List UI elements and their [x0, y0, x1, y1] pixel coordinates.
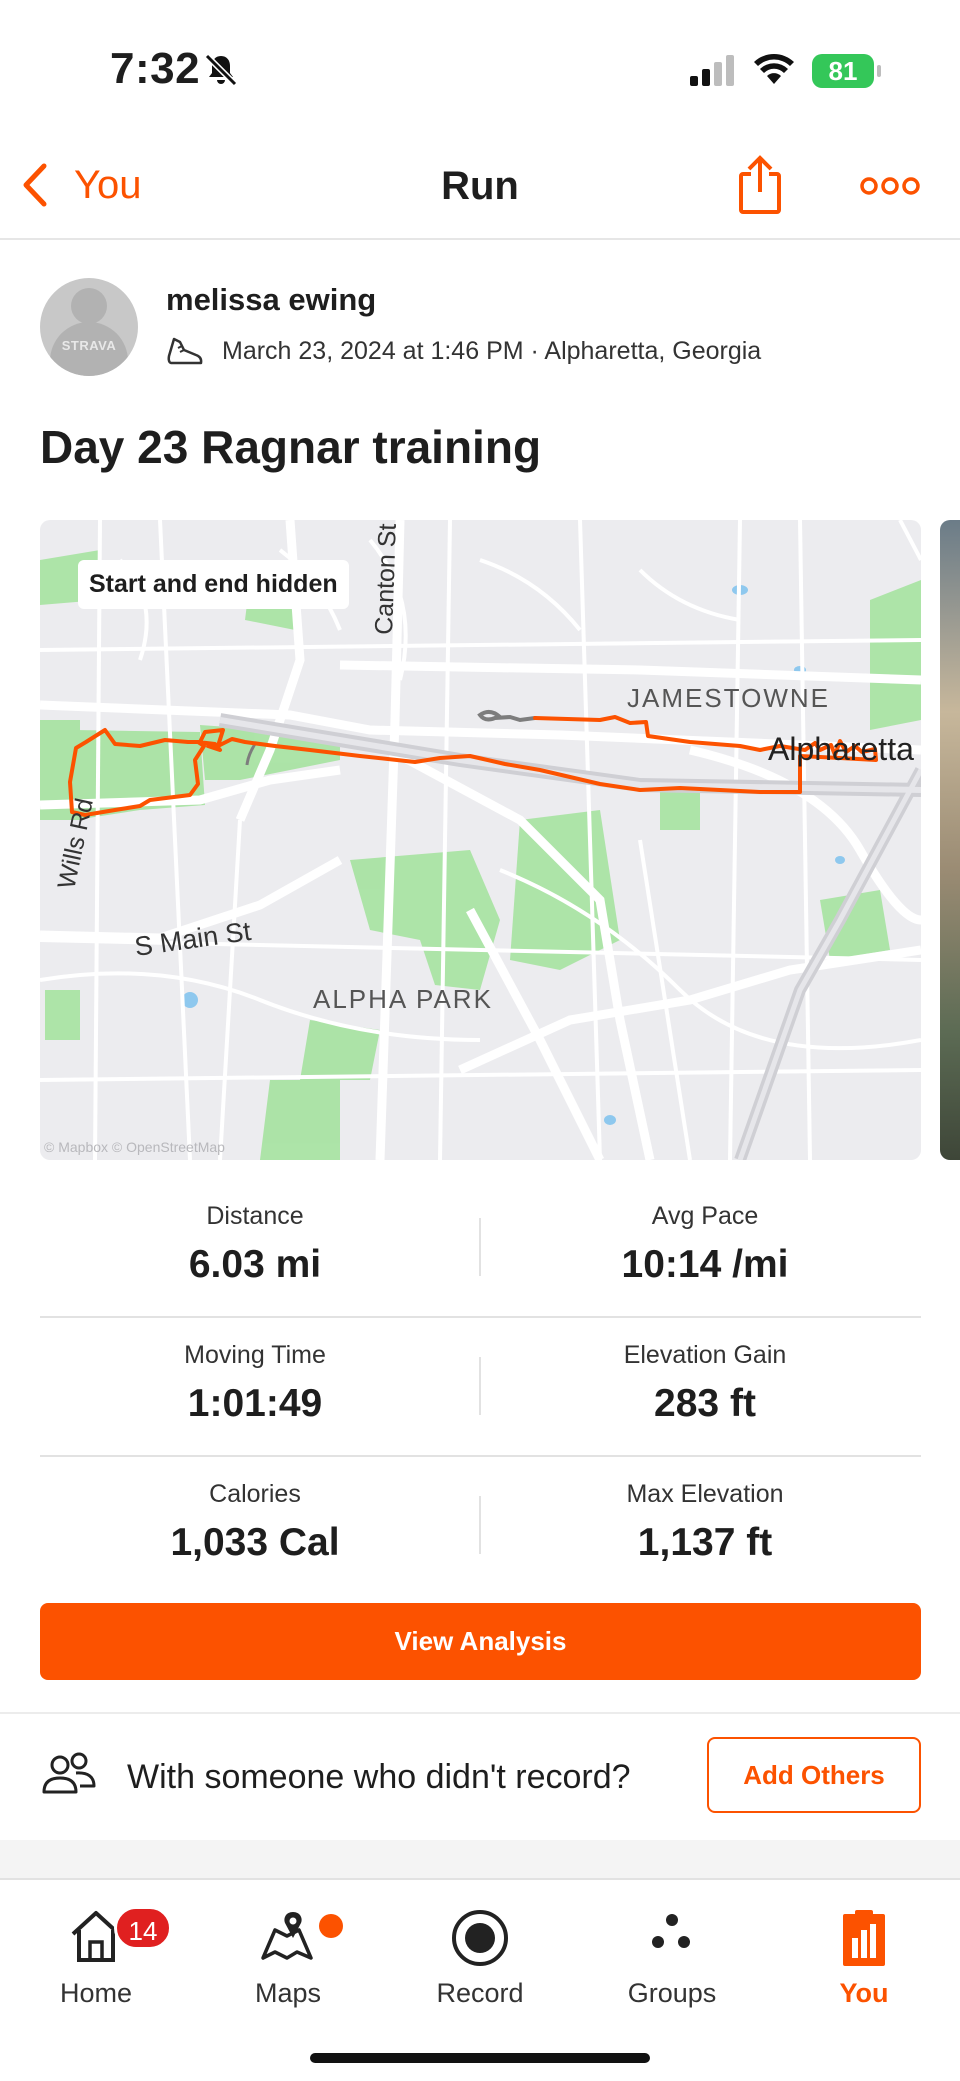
divider — [40, 1316, 921, 1318]
stat-value: 6.03 mi — [188, 1243, 322, 1286]
groups-icon — [652, 1914, 690, 1948]
bell-muted-icon — [204, 53, 238, 87]
notification-badge: 14 — [114, 1906, 172, 1950]
page-title: Run — [441, 164, 519, 208]
map-attribution: © Mapbox © OpenStreetMap — [44, 1139, 225, 1155]
route-map[interactable]: JAMESTOWNE Alpharetta Wills Rd S Main St… — [40, 520, 921, 1160]
shoe-icon — [167, 337, 203, 365]
tab-maps[interactable]: Maps — [192, 1898, 384, 2009]
stat-label: Avg Pace — [651, 1202, 759, 1230]
scroll-edge — [0, 1840, 960, 1880]
tab-label: You — [839, 1978, 889, 2008]
divider — [0, 1712, 960, 1714]
wifi-icon — [754, 54, 794, 84]
map-label-alpha-park: ALPHA PARK — [313, 984, 493, 1014]
avatar[interactable]: STRAVA — [40, 278, 138, 376]
map-main-roads — [40, 520, 921, 1160]
map-label-canton-st: Canton St — [370, 523, 402, 635]
stat-value: 10:14 /mi — [621, 1243, 789, 1286]
battery-indicator: 81 — [812, 54, 881, 88]
stat-label: Max Elevation — [626, 1480, 784, 1508]
tab-groups[interactable]: Groups — [576, 1898, 768, 2009]
stat-avg-pace: Avg Pace 10:14 /mi — [485, 1202, 925, 1287]
people-icon — [42, 1752, 96, 1794]
status-time: 7:32 — [110, 44, 201, 93]
nav-bar: You Run — [0, 140, 960, 240]
tab-home[interactable]: 14 Home — [0, 1898, 192, 2009]
map-label-s-main-st: S Main St — [133, 916, 254, 962]
tab-bar: 14 Home Maps Record Groups You — [0, 1878, 960, 2081]
cellular-signal-icon — [690, 55, 734, 86]
stat-max-elevation: Max Elevation 1,137 ft — [485, 1480, 925, 1565]
activity-title: Day 23 Ragnar training — [40, 421, 542, 473]
stat-value: 283 ft — [654, 1382, 756, 1425]
tab-label: Groups — [627, 1978, 717, 2008]
divider — [479, 1357, 481, 1415]
divider — [479, 1218, 481, 1276]
athlete-name[interactable]: melissa ewing — [166, 282, 376, 318]
you-icon — [843, 1910, 885, 1966]
maps-notification-dot — [319, 1914, 343, 1938]
start-end-hidden-badge: Start and end hidden — [78, 560, 349, 609]
next-photo-peek[interactable] — [940, 520, 960, 1160]
route-hidden-segment — [477, 710, 537, 723]
with-someone-text: With someone who didn't record? — [127, 1758, 631, 1796]
stat-moving-time: Moving Time 1:01:49 — [35, 1341, 475, 1426]
stat-label: Distance — [206, 1202, 304, 1230]
activity-meta: March 23, 2024 at 1:46 PM · Alpharetta, … — [166, 334, 761, 368]
record-icon — [452, 1910, 508, 1966]
stat-value: 1,033 Cal — [170, 1521, 340, 1564]
more-options-icon[interactable] — [860, 176, 920, 196]
status-bar: 7:32 81 — [0, 0, 960, 140]
stat-label: Moving Time — [184, 1341, 326, 1369]
tab-you[interactable]: You — [768, 1898, 960, 2009]
divider — [40, 1455, 921, 1457]
maps-icon — [261, 1912, 313, 1960]
activity-date-location: March 23, 2024 at 1:46 PM · Alpharetta, … — [222, 336, 762, 365]
share-icon[interactable] — [737, 154, 783, 216]
stat-distance: Distance 6.03 mi — [35, 1202, 475, 1287]
home-indicator — [310, 2053, 650, 2063]
divider — [479, 1496, 481, 1554]
stat-label: Elevation Gain — [623, 1341, 787, 1369]
tab-label: Home — [59, 1978, 133, 2008]
stat-calories: Calories 1,033 Cal — [35, 1480, 475, 1565]
avatar-text: STRAVA — [61, 338, 117, 353]
stat-value: 1,137 ft — [637, 1521, 773, 1564]
tab-label: Maps — [254, 1978, 322, 2008]
tab-label: Record — [436, 1978, 524, 2008]
stat-elevation-gain: Elevation Gain 283 ft — [485, 1341, 925, 1426]
map-canvas: JAMESTOWNE Alpharetta Wills Rd S Main St… — [40, 520, 921, 1160]
tab-record[interactable]: Record — [384, 1898, 576, 2009]
map-label-alpharetta: Alpharetta — [768, 731, 914, 767]
add-others-button[interactable]: Add Others — [707, 1737, 921, 1813]
map-label-jamestowne: JAMESTOWNE — [627, 683, 830, 713]
stat-value: 1:01:49 — [187, 1382, 323, 1425]
stat-label: Calories — [209, 1480, 301, 1508]
view-analysis-button[interactable]: View Analysis — [40, 1603, 921, 1680]
